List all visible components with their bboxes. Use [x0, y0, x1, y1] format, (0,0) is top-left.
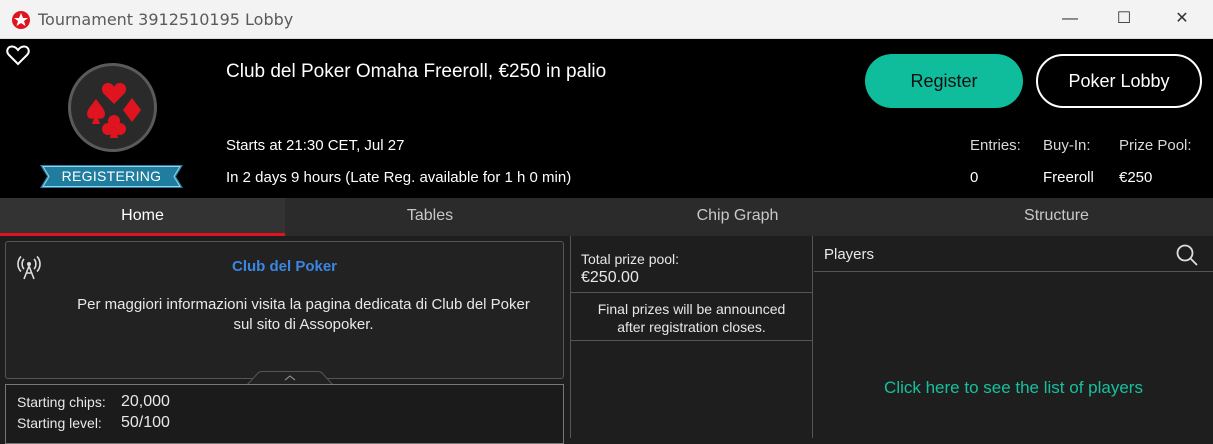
starting-chips-row: Starting chips: 20,000: [17, 393, 170, 410]
starting-chips-label: Starting chips:: [17, 394, 106, 410]
minimize-button[interactable]: —: [1058, 7, 1082, 31]
register-button[interactable]: Register: [865, 54, 1023, 108]
start-time: Starts at 21:30 CET, Jul 27: [226, 137, 405, 154]
prize-pool-value: €250: [1119, 169, 1153, 186]
starting-info-panel: Starting chips: 20,000 Starting level: 5…: [5, 384, 564, 444]
prize-pool-label: Prize Pool:: [1119, 137, 1192, 154]
starting-level-value: 50/100: [121, 414, 170, 431]
players-list-link[interactable]: Click here to see the list of players: [814, 378, 1213, 398]
info-panel: Club del Poker Per maggiori informazioni…: [5, 241, 564, 386]
info-text-line: Per maggiori informazioni visita la pagi…: [77, 296, 530, 313]
buyin-value: Freeroll: [1043, 169, 1094, 186]
status-badge-label: REGISTERING: [61, 168, 162, 184]
prize-note-line: Final prizes will be announced: [597, 301, 786, 317]
total-prize-section: Total prize pool: €250.00: [571, 236, 812, 293]
buyin-label: Buy-In:: [1043, 137, 1091, 154]
players-panel: Players Click here to see the list of pl…: [814, 236, 1213, 438]
total-prize-value: €250.00: [581, 269, 639, 286]
tab-chip-graph[interactable]: Chip Graph: [575, 198, 900, 236]
info-title[interactable]: Club del Poker: [6, 258, 563, 275]
tab-bar: Home Tables Chip Graph Structure: [0, 198, 1213, 236]
starting-level-label: Starting level:: [17, 415, 102, 431]
card-suits-icon: [87, 83, 141, 138]
close-button[interactable]: ✕: [1170, 7, 1194, 31]
prize-note: Final prizes will be announced after reg…: [571, 293, 812, 341]
starting-chips-value: 20,000: [121, 393, 170, 410]
home-content: Club del Poker Per maggiori informazioni…: [0, 236, 1213, 444]
players-title: Players: [824, 246, 875, 263]
tab-tables[interactable]: Tables: [285, 198, 575, 236]
players-header: Players: [814, 236, 1213, 272]
poker-lobby-button[interactable]: Poker Lobby: [1036, 54, 1202, 108]
maximize-button[interactable]: ☐: [1112, 7, 1136, 31]
starting-level-row: Starting level: 50/100: [17, 414, 170, 431]
time-remaining: In 2 days 9 hours (Late Reg. available f…: [226, 169, 572, 186]
status-badge: REGISTERING: [40, 165, 183, 188]
favorite-heart-icon[interactable]: [6, 44, 30, 66]
tournament-game-icon: [68, 63, 157, 152]
tab-home[interactable]: Home: [0, 198, 285, 236]
window-titlebar: Tournament 3912510195 Lobby — ☐ ✕: [0, 0, 1213, 39]
tab-structure[interactable]: Structure: [900, 198, 1213, 236]
total-prize-label: Total prize pool:: [581, 251, 680, 267]
prize-note-line: after registration closes.: [617, 319, 766, 335]
tournament-header: REGISTERING Club del Poker Omaha Freerol…: [0, 39, 1213, 198]
prize-panel: Total prize pool: €250.00 Final prizes w…: [570, 236, 813, 438]
tournament-name: Club del Poker Omaha Freeroll, €250 in p…: [226, 61, 607, 82]
info-text-line: sul sito di Assopoker.: [233, 316, 374, 333]
info-text: Per maggiori informazioni visita la pagi…: [46, 295, 561, 335]
search-icon[interactable]: [1175, 243, 1199, 267]
window-title: Tournament 3912510195 Lobby: [38, 10, 294, 29]
entries-value: 0: [970, 169, 979, 186]
pokerstars-logo-icon: [12, 11, 30, 29]
entries-label: Entries:: [970, 137, 1021, 154]
